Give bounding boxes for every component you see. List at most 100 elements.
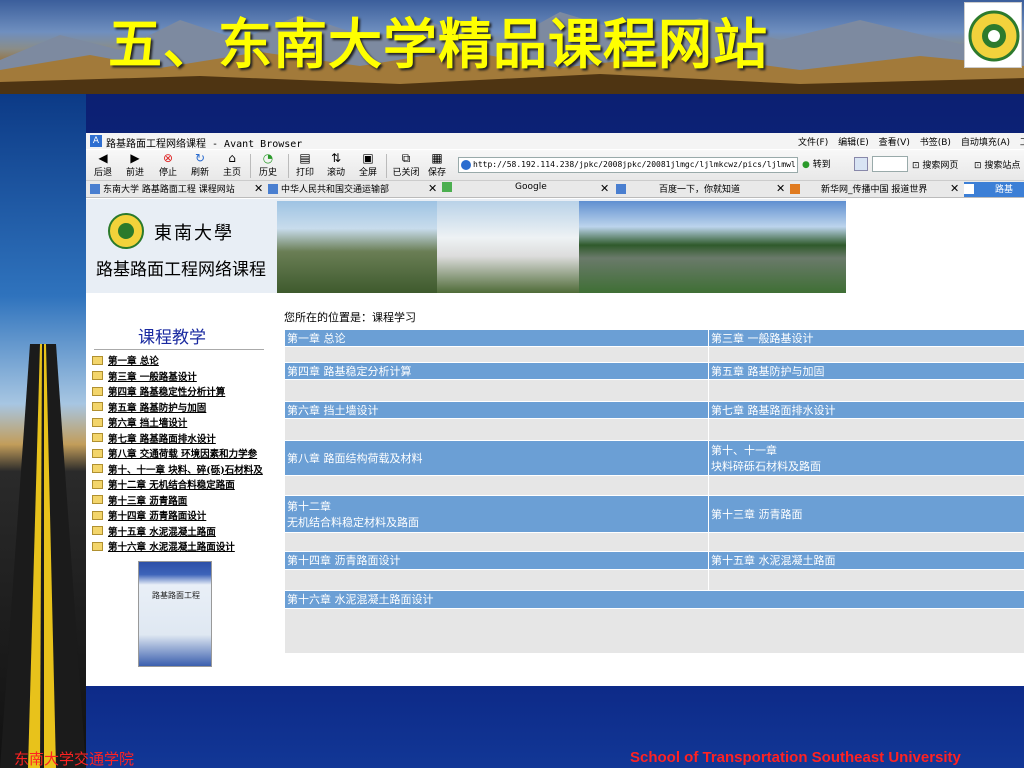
print-button[interactable]: ▤ 打印 [292, 152, 318, 180]
refresh-button[interactable]: ↻ 刷新 [186, 152, 214, 180]
chapter-cell[interactable]: 第五章 路基防护与加固 [708, 361, 1024, 381]
seu-seal-logo [964, 2, 1022, 68]
chapter-spacer-cell [708, 568, 1024, 592]
menu-view[interactable]: 查看(V) [879, 138, 910, 148]
tab-close-icon[interactable]: ✕ [428, 182, 437, 195]
folder-icon [92, 433, 103, 442]
forward-arrow-icon: ▶ [130, 151, 140, 165]
chapter-cell[interactable]: 第十、十一章 块料碎砾石材料及路面 [708, 440, 1024, 477]
tab-favicon-icon [790, 183, 800, 194]
folder-icon [92, 448, 103, 458]
chapter-cell[interactable]: 第八章 路面结构荷载及材料 [284, 440, 709, 477]
chapter-spacer-cell [708, 379, 1024, 402]
folder-icon [92, 386, 103, 396]
search-web-button[interactable]: ⊡ 搜索网页 [912, 158, 958, 171]
scroll-button[interactable]: ⇅ 滚动 [322, 152, 350, 180]
search-engine-icon[interactable] [854, 157, 868, 171]
chapter-cell[interactable]: 第三章 一般路基设计 [708, 328, 1024, 348]
tab-favicon-icon [90, 183, 100, 194]
tab-close-icon[interactable]: ✕ [776, 182, 785, 195]
chapter-spacer-cell [284, 346, 709, 363]
chapter-table: 第一章 总论 第三章 一般路基设计 第四章 路基稳定分析计算 第五章 路基防护与… [284, 328, 1024, 655]
tab-google[interactable]: Google [442, 182, 582, 197]
chapter-cell[interactable]: 第十三章 沥青路面 [708, 494, 1024, 533]
sidebar-chapter-item[interactable]: 第一章 总论 [92, 353, 263, 369]
chapter-cell[interactable]: 第四章 路基稳定分析计算 [284, 361, 709, 381]
sidebar-chapter-item[interactable]: 第十二章 无机结合料稳定路面 [92, 477, 263, 493]
sidebar-chapter-item[interactable]: 第十五章 水泥混凝土路面 [92, 524, 263, 540]
sidebar-chapter-item[interactable]: 第八章 交通荷载 环境因素和力学参 [92, 446, 263, 462]
back-arrow-icon: ◀ [98, 151, 108, 165]
chapter-cell[interactable]: 第十二章 无机结合料稳定材料及路面 [284, 494, 709, 533]
sidebar-chapter-item[interactable]: 第五章 路基防护与加固 [92, 400, 263, 416]
chapter-cell[interactable]: 第七章 路基路面排水设计 [708, 400, 1024, 420]
chapter-spacer-cell [284, 607, 1024, 655]
sidebar-chapter-item[interactable]: 第十四章 沥青路面设计 [92, 508, 263, 524]
avant-browser-icon: A [90, 135, 102, 147]
refresh-icon: ↻ [194, 151, 206, 165]
stop-button[interactable]: ⊗ 停止 [154, 152, 182, 180]
tab-baidu[interactable]: 百度一下，你就知道 [616, 182, 766, 197]
tab-close-icon[interactable]: ✕ [950, 182, 959, 195]
history-button[interactable]: ◔ 历史 [254, 152, 282, 180]
save-icon: ▦ [431, 151, 443, 165]
home-icon: ⌂ [228, 151, 236, 165]
sidebar-chapter-item[interactable]: 第六章 挡土墙设计 [92, 415, 263, 431]
folder-icon [92, 526, 103, 535]
forward-button[interactable]: ▶ 前进 [120, 152, 150, 180]
goto-button[interactable]: ● 转到 [802, 157, 831, 170]
tab-xinhua[interactable]: 新华网_传播中国 报道世界 [790, 182, 952, 197]
tab-active-roadbed[interactable]: 路基 [964, 182, 1024, 197]
search-site-button[interactable]: ⊡ 搜索站点 [974, 158, 1020, 171]
folder-icon [92, 355, 103, 365]
save-button[interactable]: ▦ 保存 [424, 152, 450, 180]
site-header: 東南大學 路基路面工程网络课程 [86, 199, 846, 293]
course-name: 路基路面工程网络课程 [96, 260, 266, 280]
menu-autofill[interactable]: 自动填充(A) [961, 138, 1010, 148]
sidebar-chapter-list: 第一章 总论 第三章 一般路基设计 第四章 路基稳定性分析计算 第五章 路基防护… [92, 353, 263, 555]
menu-file[interactable]: 文件(F) [798, 138, 828, 148]
tab-close-icon[interactable]: ✕ [254, 182, 263, 195]
folder-icon [92, 402, 103, 411]
highway-landscape-photo [579, 201, 846, 293]
search-site-icon: ⊡ [974, 161, 982, 171]
sidebar-divider [94, 349, 264, 350]
folder-icon [92, 495, 103, 504]
closed-tabs-button[interactable]: ⧉ 已关闭 [390, 152, 422, 180]
tab-favicon-icon [616, 183, 626, 194]
breadcrumb: 您所在的位置是：课程学习 [284, 311, 416, 324]
chapter-cell[interactable]: 第六章 挡土墙设计 [284, 400, 709, 420]
university-name: 東南大學 [154, 223, 234, 244]
home-button[interactable]: ⌂ 主页 [218, 152, 246, 180]
sidebar-chapter-item[interactable]: 第七章 路基路面排水设计 [92, 431, 263, 447]
address-url: http://58.192.114.238/jpkc/2008jpkc/2008… [473, 160, 795, 169]
search-input[interactable] [872, 156, 908, 172]
menu-tools[interactable]: 工具 [1020, 138, 1024, 148]
menu-edit[interactable]: 编辑(E) [838, 138, 869, 148]
tab-ministry-transport[interactable]: 中华人民共和国交通运输部 [268, 182, 408, 197]
road-image [0, 344, 86, 768]
tab-seu-course[interactable]: 东南大学 路基路面工程 课程网站 [90, 182, 256, 197]
folder-icon [92, 479, 103, 489]
back-button[interactable]: ◀ 后退 [90, 152, 116, 180]
printer-icon: ▤ [299, 151, 311, 165]
tab-close-icon[interactable]: ✕ [600, 182, 609, 195]
scroll-icon: ⇅ [330, 151, 342, 165]
menu-bookmarks[interactable]: 书签(B) [920, 138, 951, 148]
sidebar-chapter-item[interactable]: 第十六章 水泥混凝土路面设计 [92, 539, 263, 555]
sidebar-chapter-item[interactable]: 第十三章 沥青路面 [92, 493, 263, 509]
sidebar-chapter-item[interactable]: 第三章 一般路基设计 [92, 369, 263, 385]
browser-titlebar: A 路基路面工程网络课程 - Avant Browser 文件(F) 编辑(E)… [86, 133, 1024, 150]
address-bar[interactable]: http://58.192.114.238/jpkc/2008jpkc/2008… [458, 157, 798, 173]
sidebar-chapter-item[interactable]: 第四章 路基稳定性分析计算 [92, 384, 263, 400]
chapter-cell[interactable]: 第十四章 沥青路面设计 [284, 551, 709, 570]
window-title: 路基路面工程网络课程 - Avant Browser [106, 139, 303, 150]
chapter-cell[interactable]: 第一章 总论 [284, 328, 709, 348]
globe-icon [461, 160, 471, 170]
footer-school-cn: 东南大学交通学院 [14, 750, 135, 768]
seu-logo-icon [108, 213, 144, 249]
sidebar-chapter-item[interactable]: 第十、十一章 块料、碎(砾)石材料及 [92, 462, 263, 478]
chapter-cell[interactable]: 第十五章 水泥混凝土路面 [708, 551, 1024, 570]
chapter-cell[interactable]: 第十六章 水泥混凝土路面设计 [284, 590, 1024, 609]
fullscreen-button[interactable]: ▣ 全屏 [354, 152, 382, 180]
